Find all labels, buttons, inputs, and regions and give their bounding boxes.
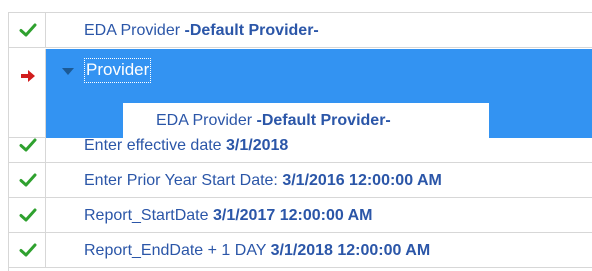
checkmark-icon [19,138,37,152]
checkmark-icon [19,173,37,187]
red-arrow-icon [21,70,35,82]
row-status-gutter [9,198,46,232]
row-text: Enter effective date 3/1/2018 [84,128,288,163]
row-text: Report_EndDate + 1 DAY 3/1/2018 12:00:00… [84,233,430,268]
row-label: EDA Provider [84,22,181,39]
row-label: Report_StartDate [84,207,209,224]
row-value: 3/1/2018 [226,137,289,154]
row-label: Report_EndDate + 1 DAY [84,242,267,259]
row-value: 3/1/2016 12:00:00 AM [282,172,442,189]
row-text: EDA Provider -Default Provider- [84,13,319,48]
provider-label[interactable]: Provider [84,58,152,83]
parameter-grid: EDA Provider -Default Provider- Provider… [8,12,592,271]
row-value: 3/1/2017 12:00:00 AM [212,207,373,224]
parameter-row-provider[interactable]: Provider EDA Provider -Default Provider- [9,49,592,138]
row-status-gutter [9,233,46,267]
row-status-gutter [9,13,46,47]
parameter-row-report-start-date[interactable]: Report_StartDate 3/1/2017 12:00:00 AM [9,198,592,233]
checkmark-icon [19,243,37,257]
row-label: Enter Prior Year Start Date: [84,172,278,189]
collapse-triangle-icon[interactable] [62,68,74,75]
checkmark-icon [19,23,37,37]
row-status-gutter [9,128,46,162]
parameter-row-eda-provider[interactable]: EDA Provider -Default Provider- [9,13,592,48]
parameter-row-effective-date[interactable]: Enter effective date 3/1/2018 [9,128,592,163]
child-row-value: -Default Provider- [256,112,391,129]
parameter-row-report-end-date[interactable]: Report_EndDate + 1 DAY 3/1/2018 12:00:00… [9,233,592,268]
row-text: Enter Prior Year Start Date: 3/1/2016 12… [84,163,442,198]
child-row-label: EDA Provider [156,112,253,129]
checkmark-icon [19,208,37,222]
row-value: 3/1/2018 12:00:00 AM [270,242,431,259]
row-status-gutter [9,163,46,197]
row-status-gutter [9,49,46,138]
row-label: Enter effective date [84,137,222,154]
row-value: -Default Provider- [184,22,319,39]
row-text: Report_StartDate 3/1/2017 12:00:00 AM [84,198,372,233]
parameter-row-prior-year-start[interactable]: Enter Prior Year Start Date: 3/1/2016 12… [9,163,592,198]
